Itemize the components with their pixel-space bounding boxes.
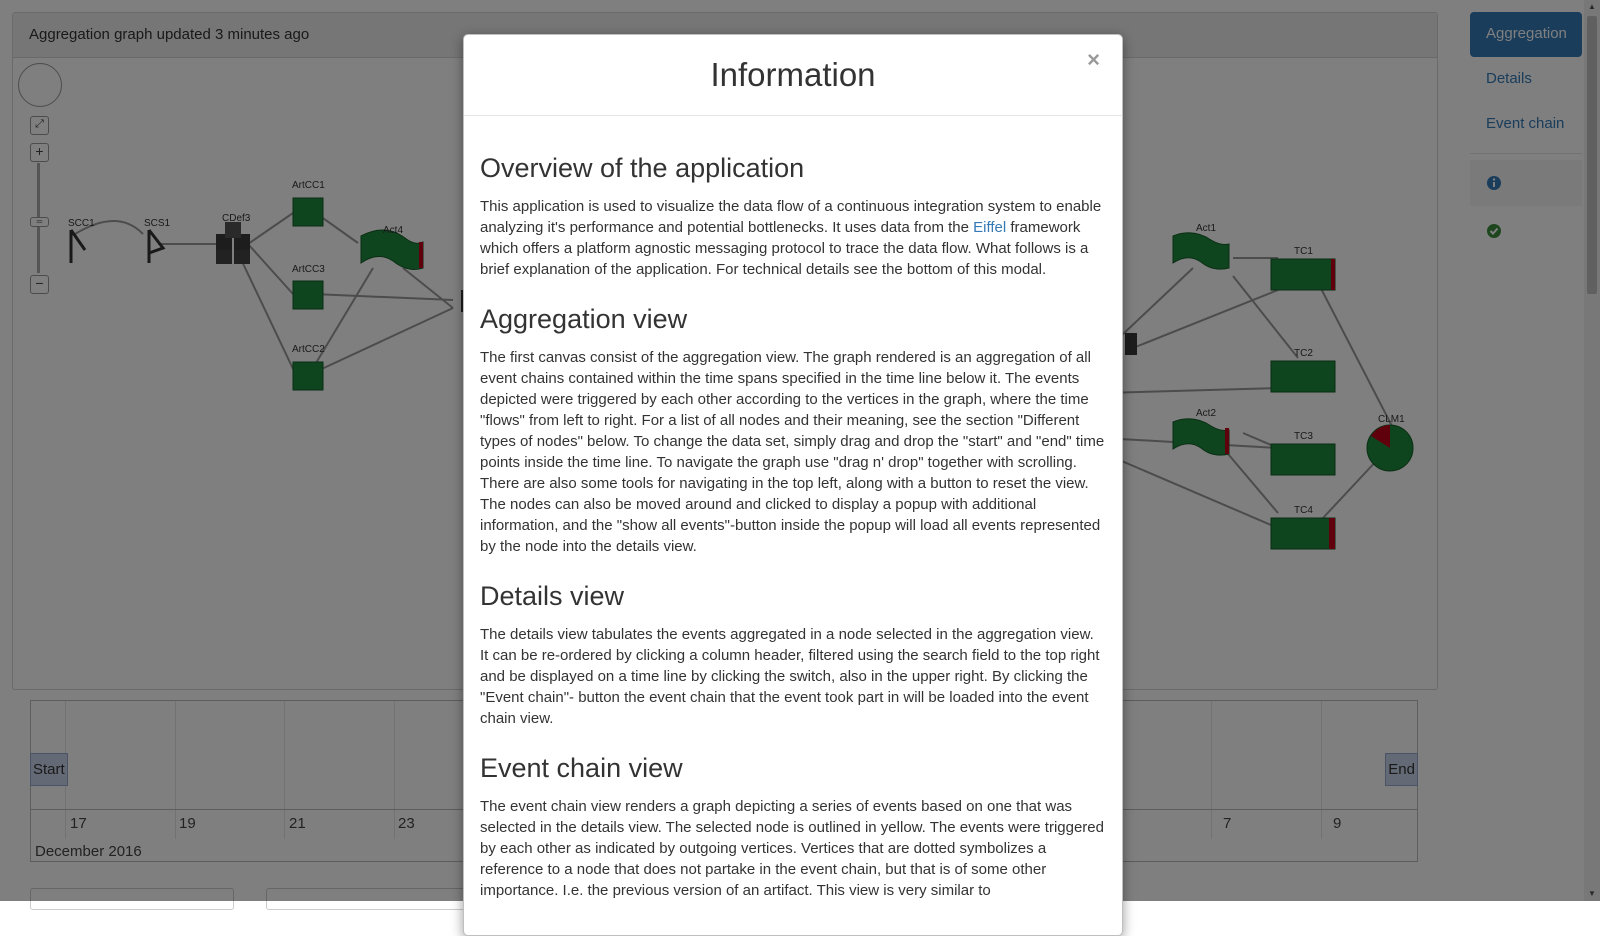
information-modal: Information × Overview of the applicatio… [463,34,1123,936]
section-heading-details: Details view [480,581,625,611]
modal-title: Information [710,56,876,93]
section-heading-overview: Overview of the application [480,153,805,183]
eiffel-link[interactable]: Eiffel [973,219,1006,236]
modal-header: Information × [464,35,1122,116]
section-heading-aggregation: Aggregation view [480,304,688,334]
section-text-event-chain: The event chain view renders a graph dep… [480,798,1104,899]
modal-body: Overview of the application This applica… [464,116,1122,901]
section-text-overview: This application is used to visualize th… [480,198,1102,278]
close-icon[interactable]: × [1087,47,1100,73]
section-text-details: The details view tabulates the events ag… [480,626,1100,727]
section-heading-event-chain: Event chain view [480,753,683,783]
section-text-aggregation: The first canvas consist of the aggregat… [480,349,1105,555]
